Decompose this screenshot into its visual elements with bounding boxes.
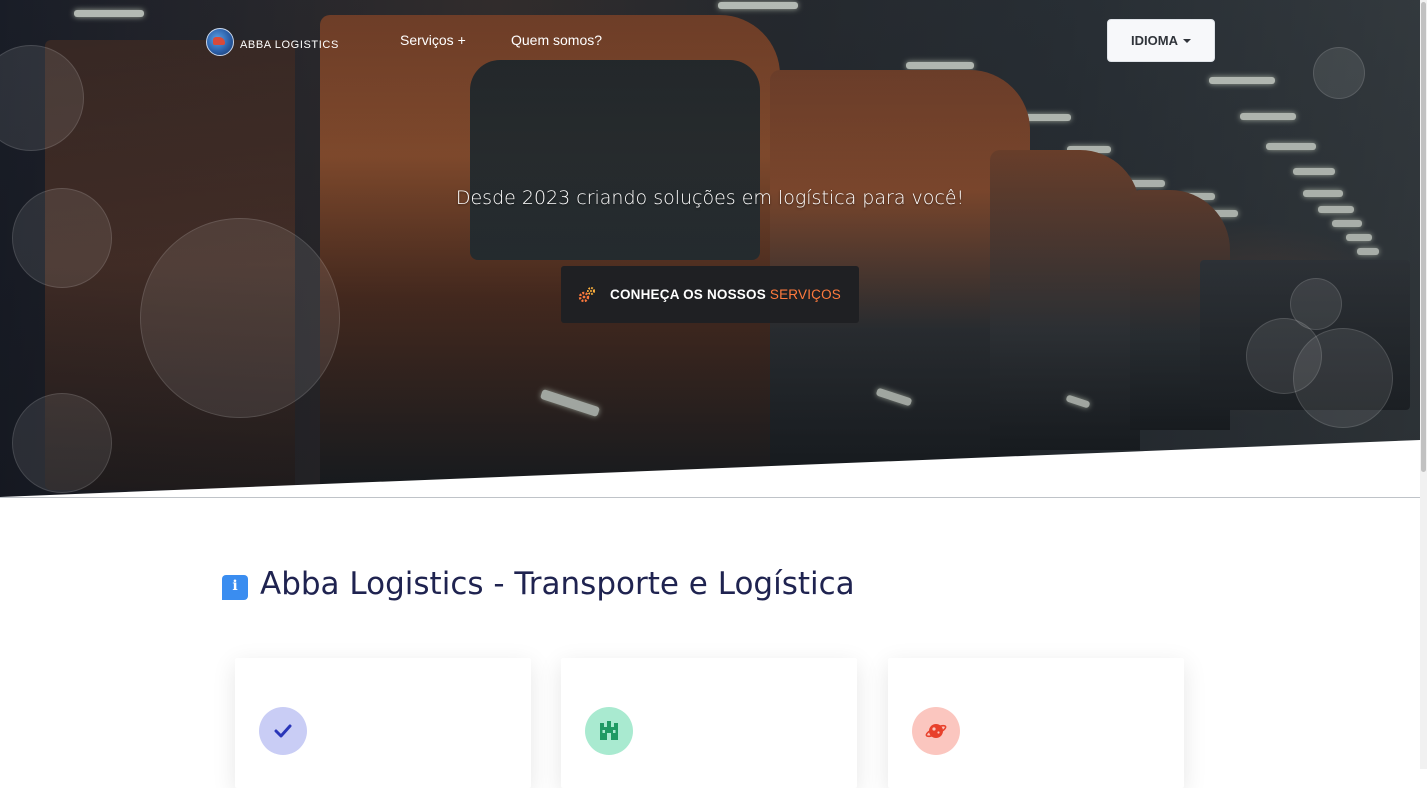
cta-label: CONHEÇA OS NOSSOS SERVIÇOS [610,287,841,302]
language-dropdown-button[interactable]: IDIOMA [1107,19,1215,62]
cta-label-main: CONHEÇA OS NOSSOS [610,287,766,302]
hero-divider [0,497,1420,498]
cta-label-accent: SERVIÇOS [769,287,841,302]
logo-icon [206,28,234,56]
check-icon [259,707,307,755]
brand-logo[interactable]: ABBA LOGISTICS [206,28,339,56]
hero-banner: ABBA LOGISTICS Serviços + Quem somos? ID… [0,0,1420,497]
brand-name: ABBA LOGISTICS [240,39,339,51]
nav-link-servicos[interactable]: Serviços + [400,32,466,48]
info-icon: i [222,574,248,600]
hero-tagline: Desde 2023 criando soluções em logística… [455,187,965,209]
info-icon-glyph: i [232,577,238,594]
caret-down-icon [1182,38,1191,43]
section-title: Abba Logistics - Transporte e Logística [260,566,855,602]
section-heading: i Abba Logistics - Transporte e Logístic… [222,566,855,602]
language-button-label: IDIOMA [1131,33,1178,48]
nav-link-quem-somos[interactable]: Quem somos? [511,32,602,48]
gears-icon [578,286,595,302]
building-icon [585,707,633,755]
scrollbar-thumb[interactable] [1421,2,1426,472]
services-cta-button[interactable]: CONHEÇA OS NOSSOS SERVIÇOS [561,266,859,323]
globe-icon [912,707,960,755]
navbar: ABBA LOGISTICS Serviços + Quem somos? ID… [0,0,1420,80]
